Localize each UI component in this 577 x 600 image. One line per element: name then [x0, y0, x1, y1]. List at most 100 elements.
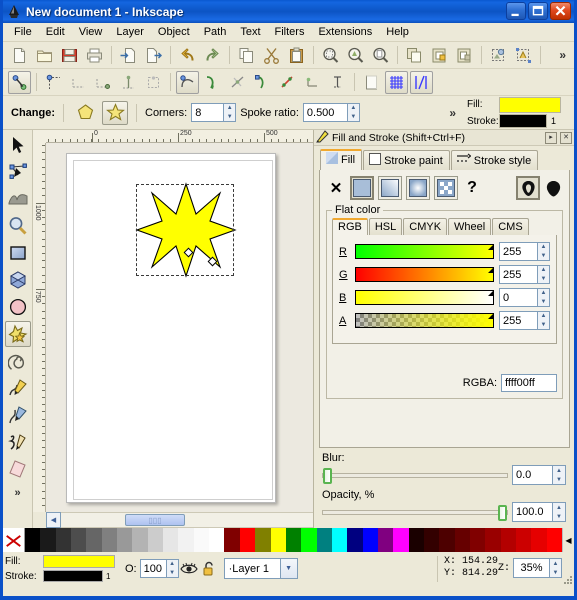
palette-swatch[interactable] [546, 528, 563, 552]
zoom-input[interactable] [513, 558, 549, 578]
minimize-button[interactable] [506, 2, 526, 20]
paste-icon[interactable] [285, 44, 308, 67]
node-editor-tool-icon[interactable] [5, 159, 31, 185]
layer-selector[interactable]: ·Layer 1 ▼ [223, 558, 298, 579]
zoom-page-icon[interactable] [369, 44, 392, 67]
snap-grid-icon[interactable] [385, 70, 408, 94]
palette-swatch[interactable] [377, 528, 394, 552]
zoom-stepper[interactable]: ▲▼ [513, 558, 562, 578]
print-document-icon[interactable] [83, 44, 106, 67]
spoke-ratio-input[interactable] [302, 103, 347, 122]
blur-stepper[interactable]: ▲▼ [512, 465, 566, 485]
even-odd-fill-rule-button[interactable] [516, 176, 540, 200]
zoom-selection-icon[interactable] [319, 44, 342, 67]
palette-swatch[interactable] [224, 528, 240, 552]
eraser-tool-icon[interactable] [5, 456, 31, 482]
maximize-button[interactable] [528, 2, 548, 20]
nonzero-fill-rule-button[interactable] [543, 176, 563, 200]
no-color-swatch[interactable] [3, 528, 25, 552]
new-document-icon[interactable] [8, 44, 31, 67]
palette-swatch[interactable] [209, 528, 225, 552]
object-properties-icon[interactable] [487, 44, 510, 67]
menu-item-file[interactable]: File [7, 24, 39, 40]
snap-guides-icon[interactable] [410, 70, 433, 94]
pattern-button[interactable] [434, 176, 458, 200]
palette-swatch[interactable] [117, 528, 133, 552]
palette-swatch[interactable] [331, 528, 348, 552]
channel-stepper-r[interactable]: ▲▼ [499, 242, 550, 261]
snap-smooth-nodes-icon[interactable] [276, 71, 299, 94]
palette-swatch[interactable] [408, 528, 424, 552]
opacity-stepper[interactable]: ▲▼ [512, 502, 566, 522]
export-icon[interactable] [142, 44, 165, 67]
menu-item-edit[interactable]: Edit [39, 24, 72, 40]
star-shape-icon[interactable] [102, 100, 128, 125]
import-icon[interactable] [117, 44, 140, 67]
radial-gradient-button[interactable] [406, 176, 430, 200]
palette-swatch[interactable] [500, 528, 516, 552]
group-icon[interactable] [428, 44, 451, 67]
dialog-float-button[interactable]: ▸ [545, 131, 557, 144]
star-tool-icon[interactable] [4, 321, 31, 347]
cut-icon[interactable] [260, 44, 283, 67]
resize-grip[interactable] [563, 574, 573, 584]
flat-color-button[interactable] [350, 176, 374, 200]
close-button[interactable] [550, 2, 571, 20]
toolbar-fill-swatch[interactable] [499, 96, 561, 113]
save-document-icon[interactable] [58, 44, 81, 67]
menu-item-help[interactable]: Help [379, 24, 416, 40]
scroll-left-button[interactable]: ◀ [46, 512, 61, 528]
menu-item-path[interactable]: Path [197, 24, 234, 40]
channel-spin-r[interactable]: ▲ ▼ [537, 242, 550, 261]
color-tab-cms[interactable]: CMS [492, 218, 529, 235]
channel-stepper-a[interactable]: ▲▼ [499, 311, 550, 330]
menu-item-text[interactable]: Text [233, 24, 267, 40]
corners-input[interactable] [191, 103, 224, 122]
linear-gradient-button[interactable] [378, 176, 402, 200]
palette-swatch[interactable] [393, 528, 409, 552]
status-fill-swatch[interactable] [43, 554, 115, 568]
command-toolbar-overflow[interactable]: » [559, 48, 566, 62]
palette-swatch[interactable] [132, 528, 148, 552]
palette-swatch[interactable] [178, 528, 194, 552]
rectangle-tool-icon[interactable] [5, 240, 31, 266]
snap-paths-icon[interactable] [201, 71, 224, 94]
spiral-tool-icon[interactable] [5, 348, 31, 374]
snap-bounding-box-icon[interactable] [42, 71, 65, 94]
status-opacity-spin[interactable]: ▲ ▼ [165, 559, 179, 578]
menu-item-view[interactable]: View [72, 24, 110, 40]
color-tab-wheel[interactable]: Wheel [448, 218, 492, 235]
undo-icon[interactable] [176, 44, 199, 67]
xml-editor-icon[interactable] [512, 44, 535, 67]
no-paint-button[interactable]: ✕ [326, 179, 346, 197]
status-opacity-input[interactable] [139, 559, 166, 578]
channel-input-a[interactable] [499, 311, 537, 330]
ungroup-icon[interactable] [453, 44, 476, 67]
palette-swatch[interactable] [147, 528, 164, 552]
color-tab-rgb[interactable]: RGB [332, 218, 368, 235]
rgba-input[interactable] [501, 374, 557, 392]
palette-swatch[interactable] [469, 528, 486, 552]
snap-bbox-edge-midpoints-icon[interactable] [117, 71, 140, 94]
snap-bbox-edges-icon[interactable] [67, 71, 90, 94]
horizontal-scroll-thumb[interactable]: ▯▯▯ [125, 514, 185, 526]
menu-item-extensions[interactable]: Extensions [311, 24, 379, 40]
snap-line-midpoints-icon[interactable] [301, 71, 324, 94]
selector-tool-icon[interactable] [5, 132, 31, 158]
palette-swatch[interactable] [25, 528, 41, 552]
palette-swatch[interactable] [71, 528, 87, 552]
snap-nodes-paths-icon[interactable] [176, 70, 199, 94]
palette-swatch[interactable] [454, 528, 470, 552]
snap-object-centers-icon[interactable] [326, 71, 349, 94]
palette-swatch[interactable] [516, 528, 532, 552]
palette-swatches[interactable] [25, 528, 563, 552]
copy-icon[interactable] [235, 44, 258, 67]
color-tab-hsl[interactable]: HSL [368, 218, 403, 235]
palette-swatch[interactable] [55, 528, 72, 552]
status-stroke-swatch[interactable] [43, 570, 103, 582]
enable-snapping-icon[interactable] [8, 70, 31, 94]
blur-slider-knob[interactable] [323, 467, 332, 484]
redo-icon[interactable] [201, 44, 224, 67]
opacity-input[interactable] [512, 502, 552, 522]
snap-path-intersections-icon[interactable] [226, 71, 249, 94]
